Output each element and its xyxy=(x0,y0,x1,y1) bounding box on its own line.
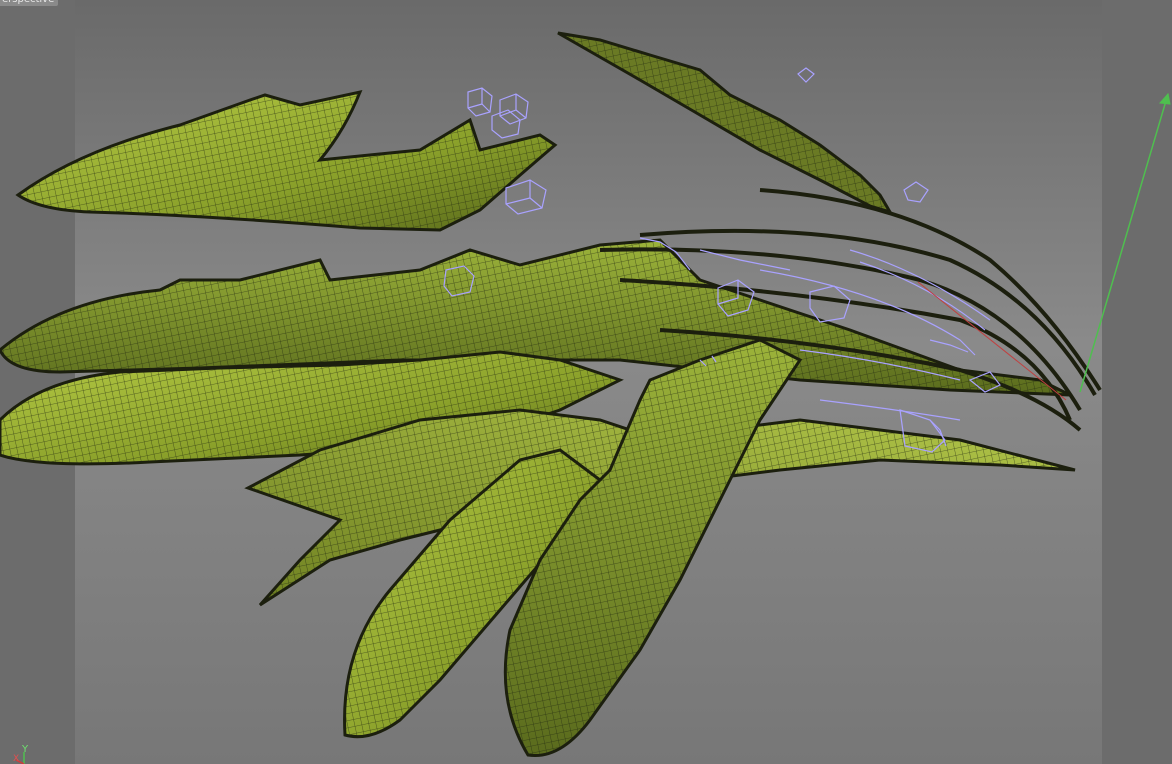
axis-x-label: X xyxy=(13,754,20,764)
3d-viewport[interactable]: erspective Y X xyxy=(0,0,1172,764)
axis-y-label: Y xyxy=(22,744,29,755)
viewport-scene[interactable] xyxy=(0,0,1172,764)
viewport-camera-label[interactable]: erspective xyxy=(0,0,59,6)
